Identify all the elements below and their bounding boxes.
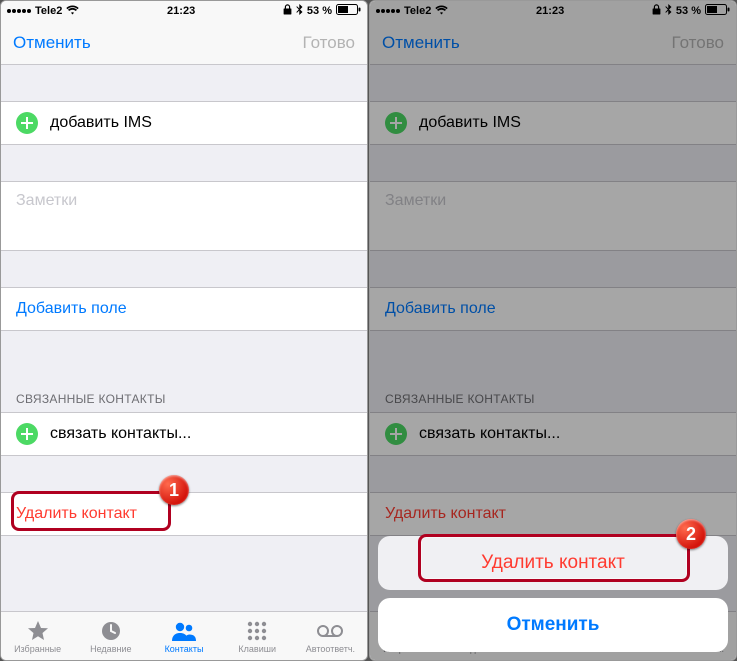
- tab-label: Контакты: [165, 644, 204, 654]
- carrier-label: Tele2: [35, 5, 62, 17]
- sheet-delete-label: Удалить контакт: [481, 552, 625, 574]
- voicemail-icon: [316, 619, 344, 643]
- battery-percent: 53 %: [676, 5, 701, 17]
- link-contacts-row[interactable]: связать контакты...: [1, 412, 367, 456]
- tab-bar: Избранные Недавние Контакты Клавиши Авто…: [1, 611, 367, 660]
- notes-placeholder: Заметки: [16, 192, 77, 209]
- status-time: 21:23: [167, 5, 195, 17]
- plus-icon: [16, 423, 38, 445]
- link-contacts-label: связать контакты...: [419, 425, 560, 443]
- screenshot-left: Tele2 21:23 53 % Отменить Готово добавит: [0, 0, 368, 661]
- content-area: добавить IMS Заметки Добавить поле СВЯЗА…: [1, 65, 367, 611]
- bluetooth-icon: [665, 4, 672, 19]
- status-bar: Tele2 21:23 53 %: [370, 1, 736, 21]
- add-field-label: Добавить поле: [16, 300, 127, 318]
- delete-contact-label: Удалить контакт: [16, 505, 137, 523]
- wifi-icon: [435, 5, 448, 18]
- sheet-cancel-label: Отменить: [507, 614, 600, 636]
- badge-2: 2: [676, 519, 706, 549]
- lock-icon: [283, 4, 292, 18]
- nav-done-button[interactable]: Готово: [672, 33, 725, 53]
- star-icon: [26, 619, 50, 643]
- action-sheet: Удалить контакт Отменить: [378, 528, 728, 652]
- tab-favorites[interactable]: Избранные: [1, 612, 74, 660]
- add-ims-row[interactable]: добавить IMS: [370, 101, 736, 145]
- status-right: 53 %: [283, 4, 361, 19]
- tab-label: Клавиши: [238, 644, 276, 654]
- plus-icon: [385, 112, 407, 134]
- add-field-row[interactable]: Добавить поле: [1, 287, 367, 331]
- battery-icon: [705, 4, 730, 18]
- status-time: 21:23: [536, 5, 564, 17]
- tab-label: Автоответч.: [306, 644, 355, 654]
- link-contacts-row[interactable]: связать контакты...: [370, 412, 736, 456]
- notes-field[interactable]: Заметки: [1, 181, 367, 251]
- contacts-icon: [170, 619, 198, 643]
- status-left: Tele2: [376, 5, 448, 18]
- bluetooth-icon: [296, 4, 303, 19]
- tab-recents[interactable]: Недавние: [74, 612, 147, 660]
- add-ims-label: добавить IMS: [50, 114, 152, 132]
- status-right: 53 %: [652, 4, 730, 19]
- carrier-label: Tele2: [404, 5, 431, 17]
- keypad-icon: [246, 619, 268, 643]
- add-ims-label: добавить IMS: [419, 114, 521, 132]
- battery-icon: [336, 4, 361, 18]
- sheet-delete-button[interactable]: Удалить контакт: [378, 536, 728, 590]
- badge-1: 1: [159, 475, 189, 505]
- tab-contacts[interactable]: Контакты: [147, 612, 220, 660]
- wifi-icon: [66, 5, 79, 18]
- delete-contact-label: Удалить контакт: [385, 505, 506, 523]
- lock-icon: [652, 4, 661, 18]
- signal-icon: [7, 9, 31, 13]
- nav-cancel-button[interactable]: Отменить: [382, 33, 460, 53]
- nav-bar: Отменить Готово: [370, 21, 736, 65]
- tab-keypad[interactable]: Клавиши: [221, 612, 294, 660]
- tab-label: Недавние: [90, 644, 131, 654]
- status-left: Tele2: [7, 5, 79, 18]
- battery-percent: 53 %: [307, 5, 332, 17]
- plus-icon: [16, 112, 38, 134]
- nav-cancel-button[interactable]: Отменить: [13, 33, 91, 53]
- tab-voicemail[interactable]: Автоответч.: [294, 612, 367, 660]
- plus-icon: [385, 423, 407, 445]
- linked-contacts-header: СВЯЗАННЫЕ КОНТАКТЫ: [1, 386, 367, 412]
- tab-label: Избранные: [14, 644, 61, 654]
- sheet-cancel-button[interactable]: Отменить: [378, 598, 728, 652]
- add-ims-row[interactable]: добавить IMS: [1, 101, 367, 145]
- clock-icon: [99, 619, 123, 643]
- notes-field[interactable]: Заметки: [370, 181, 736, 251]
- screenshot-right: Tele2 21:23 53 % Отменить Готово добавит: [369, 0, 737, 661]
- nav-bar: Отменить Готово: [1, 21, 367, 65]
- add-field-label: Добавить поле: [385, 300, 496, 318]
- status-bar: Tele2 21:23 53 %: [1, 1, 367, 21]
- link-contacts-label: связать контакты...: [50, 425, 191, 443]
- signal-icon: [376, 9, 400, 13]
- linked-contacts-header: СВЯЗАННЫЕ КОНТАКТЫ: [370, 386, 736, 412]
- notes-placeholder: Заметки: [385, 192, 446, 209]
- add-field-row[interactable]: Добавить поле: [370, 287, 736, 331]
- nav-done-button[interactable]: Готово: [303, 33, 356, 53]
